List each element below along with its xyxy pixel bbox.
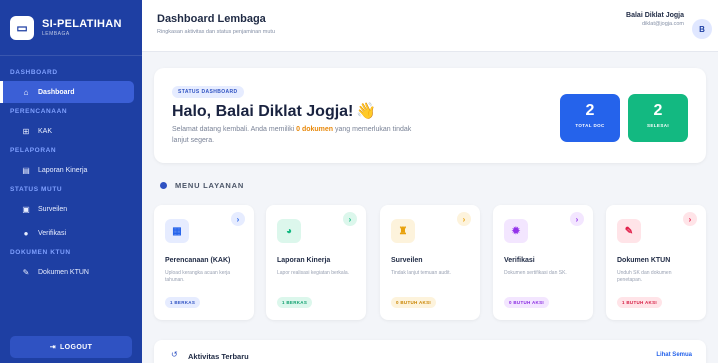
welcome-message: Selamat datang kembali. Anda memiliki 0 … [172, 124, 412, 146]
clipboard-icon: ▣ [22, 204, 30, 214]
recent-activity: ↺ Aktivitas Terbaru Lihat Semua [154, 340, 706, 363]
file-signature-icon: ✎ [617, 219, 641, 243]
card-badge: 1 BERKAS [165, 297, 201, 308]
history-icon: ↺ [171, 350, 178, 359]
nav-section-dashboard: DASHBOARD [10, 69, 58, 76]
greeting-text: Halo, Balai Diklat Jogja! [172, 103, 354, 120]
card-title: Dokumen KTUN [617, 257, 671, 264]
stat-value: 2 [585, 102, 595, 119]
sidebar-item-label: Surveilen [38, 205, 68, 213]
file-signature-icon: ✎ [22, 267, 30, 277]
user-email: diklat@jogja.com [642, 21, 684, 27]
calendar-icon: ▦ [165, 219, 189, 243]
status-badge: STATUS DASHBOARD [172, 86, 244, 98]
stat-value: 2 [653, 102, 663, 119]
wave-icon: 👋 [356, 103, 377, 120]
hard-hat-icon: ♜ [391, 219, 415, 243]
monitor-icon: ▭ [10, 15, 34, 40]
menu-title: MENU LAYANAN [175, 181, 245, 190]
sidebar-item-label: Verifikasi [38, 229, 67, 237]
brand-subtitle: LEMBAGA [42, 31, 70, 37]
card-badge: 1 BERKAS [277, 297, 313, 308]
sidebar-item-laporan-kinerja[interactable]: ▤ Laporan Kinerja [0, 159, 142, 181]
greeting-title: Halo, Balai Diklat Jogja! 👋 [172, 101, 376, 121]
card-desc: Unduh SK dan dokumen penetapan. [617, 270, 672, 283]
card-desc: Lapor realisasi kegiatan berkala. [277, 270, 349, 276]
stat-total-doc[interactable]: 2 TOTAL DOC [560, 94, 620, 142]
brand[interactable]: ▭ SI-PELATIHAN LEMBAGA [0, 0, 142, 56]
welcome-text-before: Selamat datang kembali. Anda memiliki [172, 126, 297, 133]
stat-label: TOTAL DOC [575, 123, 605, 128]
chevron-right-icon[interactable]: › [457, 212, 471, 226]
sidebar-item-surveilen[interactable]: ▣ Surveilen [0, 198, 142, 220]
chevron-right-icon[interactable]: › [231, 212, 245, 226]
logout-button[interactable]: ⇥ LOGOUT [10, 336, 132, 358]
header: Dashboard Lembaga Ringkasan aktivitas da… [142, 0, 718, 52]
stat-selesai[interactable]: 2 SELESAI [628, 94, 688, 142]
sidebar-item-dashboard[interactable]: ⌂ Dashboard [0, 81, 134, 103]
user-info[interactable]: Balai Diklat Jogja diklat@jogja.com [626, 12, 684, 27]
activity-title: Aktivitas Terbaru [188, 352, 249, 361]
card-desc: Upload kerangka acuan kerja tahunan. [165, 270, 231, 283]
card-surveilen[interactable]: ♜ › Surveilen Tindak lanjut temuan audit… [380, 205, 480, 320]
sidebar-item-label: KAK [38, 127, 53, 135]
card-title: Surveilen [391, 257, 423, 264]
card-desc: Dokumen sertifikasi dan SK. [504, 270, 567, 276]
logout-label: LOGOUT [59, 343, 93, 351]
sidebar-item-label: Laporan Kinerja [38, 166, 88, 174]
card-dokumen-ktun[interactable]: ✎ › Dokumen KTUN Unduh SK dan dokumen pe… [606, 205, 706, 320]
avatar[interactable]: B [692, 19, 712, 39]
card-badge: 0 BUTUH AKSI [391, 297, 436, 308]
sidebar-item-verifikasi[interactable]: ● Verifikasi [0, 222, 142, 244]
sidebar-item-label: Dokumen KTUN [38, 268, 89, 276]
menu-icon [160, 182, 167, 189]
nav-section-pelaporan: PELAPORAN [10, 147, 57, 154]
card-badge: 0 BUTUH AKSI [504, 297, 549, 308]
logout-icon: ⇥ [49, 344, 56, 351]
card-title: Laporan Kinerja [277, 257, 331, 264]
see-all-link[interactable]: Lihat Semua [656, 352, 692, 358]
nav-section-dokumen-ktun: DOKUMEN KTUN [10, 249, 71, 256]
sidebar-item-label: Dashboard [38, 88, 75, 96]
card-title: Perencanaan (KAK) [165, 257, 231, 264]
card-desc: Tindak lanjut temuan audit. [391, 270, 451, 276]
nav-section-perencanaan: PERENCANAAN [10, 108, 68, 115]
card-badge: 1 BUTUH AKSI [617, 297, 662, 308]
chevron-right-icon[interactable]: › [683, 212, 697, 226]
chevron-right-icon[interactable]: › [343, 212, 357, 226]
certificate-icon: ✹ [504, 219, 528, 243]
welcome-card: STATUS DASHBOARD Halo, Balai Diklat Jogj… [154, 68, 706, 163]
home-icon: ⌂ [23, 87, 29, 97]
pending-count: 0 dokumen [296, 126, 334, 133]
sidebar-item-kak[interactable]: ⊞ KAK [0, 120, 142, 142]
sidebar: ▭ SI-PELATIHAN LEMBAGA DASHBOARD ⌂ Dashb… [0, 0, 142, 363]
card-perencanaan[interactable]: ▦ › Perencanaan (KAK) Upload kerangka ac… [154, 205, 254, 320]
page-title: Dashboard Lembaga [157, 13, 266, 25]
card-laporan-kinerja[interactable]: ◕ › Laporan Kinerja Lapor realisasi kegi… [266, 205, 366, 320]
card-verifikasi[interactable]: ✹ › Verifikasi Dokumen sertifikasi dan S… [493, 205, 593, 320]
file-icon: ▤ [22, 165, 30, 175]
page-subtitle: Ringkasan aktivitas dan status penjamina… [157, 29, 276, 35]
menu-section-title: MENU LAYANAN [160, 181, 244, 190]
sidebar-item-dokumen-ktun[interactable]: ✎ Dokumen KTUN [0, 261, 142, 283]
card-title: Verifikasi [504, 257, 535, 264]
check-circle-icon: ● [23, 228, 29, 238]
stat-label: SELESAI [646, 123, 670, 128]
sitemap-icon: ⊞ [22, 126, 30, 136]
chevron-right-icon[interactable]: › [570, 212, 584, 226]
user-name: Balai Diklat Jogja [626, 12, 684, 19]
nav-section-status-mutu: STATUS MUTU [10, 186, 63, 193]
brand-title: SI-PELATIHAN [42, 18, 122, 30]
pie-chart-icon: ◕ [277, 219, 301, 243]
